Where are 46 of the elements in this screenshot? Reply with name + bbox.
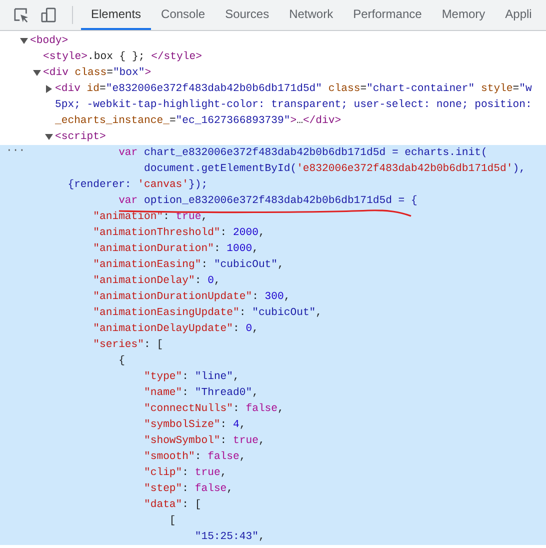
panel-tab[interactable]: Console bbox=[151, 0, 216, 30]
code-line: "connectNulls": false, bbox=[143, 402, 284, 417]
code-line: "animationDelayUpdate": 0, bbox=[92, 322, 258, 337]
device-toolbar-icon[interactable] bbox=[41, 7, 56, 23]
selection-marker: ··· bbox=[6, 145, 26, 157]
code-line: "smooth": false, bbox=[143, 450, 246, 465]
panel-tab[interactable]: Elements bbox=[81, 0, 152, 30]
code-line: "animationEasing": "cubicOut", bbox=[92, 258, 284, 273]
code-line: <script> bbox=[55, 130, 106, 145]
code-line: <div class="box"> bbox=[43, 66, 152, 81]
code-line: "animationDelay": 0, bbox=[92, 274, 220, 289]
code-line: "animationDurationUpdate": 300, bbox=[92, 290, 290, 305]
panel-tab[interactable]: Network bbox=[279, 0, 344, 30]
collapsed-triangle-icon[interactable] bbox=[45, 85, 53, 93]
code-line: "series": [ bbox=[92, 338, 164, 353]
panel-tab[interactable]: Memory bbox=[432, 0, 496, 30]
expanded-triangle-icon[interactable] bbox=[45, 133, 53, 141]
code-line: "showSymbol": true, bbox=[143, 434, 265, 449]
code-line: var chart_e832006e372f483dab42b0b6db171d5d = echarts.init( bbox=[118, 146, 488, 161]
code-line: [ bbox=[168, 514, 176, 529]
code-line: "animationEasingUpdate": "cubicOut", bbox=[92, 306, 322, 321]
code-line: "step": false, bbox=[143, 482, 234, 497]
code-line: {renderer: 'canvas'}); bbox=[66, 178, 208, 193]
code-line: "clip": true, bbox=[143, 466, 227, 481]
panel-tab[interactable]: Performance bbox=[343, 0, 432, 30]
code-line: "data": [ bbox=[143, 498, 202, 513]
panel-tab[interactable]: Appli bbox=[495, 0, 542, 30]
code-line: "animation": true, bbox=[92, 210, 208, 225]
code-line: { bbox=[118, 354, 125, 369]
code-line: "name": "Thread0", bbox=[143, 386, 258, 401]
code-line: "15:25:43", bbox=[194, 530, 265, 545]
code-line: "animationDuration": 1000, bbox=[92, 242, 258, 257]
code-line: var option_e832006e372f483dab42b0b6db171d5d = { bbox=[118, 194, 418, 209]
panel-tab[interactable]: Sources bbox=[215, 0, 280, 30]
inspect-icon[interactable] bbox=[14, 8, 29, 22]
code-line: <body> bbox=[30, 34, 68, 49]
code-line: "animationThreshold": 2000, bbox=[92, 226, 265, 241]
code-line: <style>.box { }; </style> bbox=[43, 50, 202, 65]
code-line: 5px; -webkit-tap-highlight-color: transparent; user-select: none; position: bbox=[55, 98, 532, 113]
expanded-triangle-icon[interactable] bbox=[33, 69, 41, 77]
code-line: <div id="e832006e372f483dab42b0b6db171d5d" class="chart-container" style="w bbox=[55, 82, 532, 97]
code-line: _echarts_instance_="ec_1627366893739">…</div> bbox=[55, 114, 342, 129]
expanded-triangle-icon[interactable] bbox=[20, 37, 28, 45]
code-line: document.getElementById('e832006e372f483dab42b0b6db171d5d'), bbox=[143, 162, 526, 177]
code-line: "type": "line", bbox=[143, 370, 240, 385]
code-line: "symbolSize": 4, bbox=[143, 418, 246, 433]
